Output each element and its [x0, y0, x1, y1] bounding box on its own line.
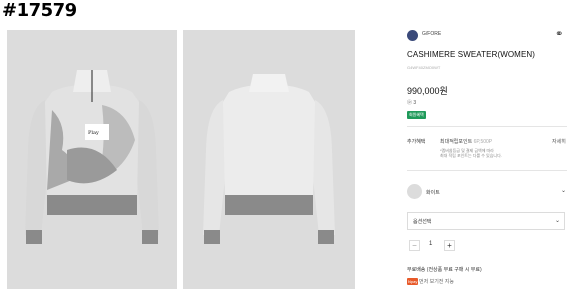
benefit-label: 추가혜택: [407, 139, 426, 145]
brand-name[interactable]: G/FORE: [422, 31, 441, 37]
share-icon[interactable]: ⚭: [555, 29, 563, 40]
shipping-extra: 먼저 보기전 지능: [419, 279, 454, 285]
divider: [407, 170, 567, 171]
benefit-value-prefix: 최대적립포인트: [440, 139, 473, 145]
benefit-note: *멤버쉽등급 및 결제 금액에 따라 최대 적립 포인트는 다를 수 있습니다.: [440, 148, 550, 158]
brand-logo-icon[interactable]: [407, 30, 418, 41]
quantity-value[interactable]: 1: [429, 241, 432, 247]
product-image-back[interactable]: [183, 30, 355, 289]
benefit-value-points: 6P,500P: [473, 139, 493, 145]
shipping-info: 무료배송 (전상품 무료 구매 시 무료): [407, 267, 482, 273]
color-label: 화이트: [426, 190, 440, 196]
chevron-down-icon[interactable]: ⌄: [555, 217, 560, 224]
quantity-decrease-button[interactable]: −: [409, 240, 420, 251]
product-code: G4WF40ZMO0WT: [407, 65, 441, 70]
benefit-value: 최대적립포인트 6P,500P: [440, 138, 492, 145]
benefit-detail-link[interactable]: 자세히: [552, 138, 566, 145]
quantity-increase-button[interactable]: +: [444, 240, 455, 251]
product-id-label: #17579: [2, 0, 77, 21]
product-image-front[interactable]: Play: [7, 30, 177, 289]
sweater-back-illustration: [203, 74, 335, 244]
npay-icon: Npay: [407, 278, 419, 285]
divider: [407, 126, 567, 127]
member-benefit-badge: 회원혜택: [407, 111, 426, 119]
svg-text:Play: Play: [88, 130, 99, 136]
product-price: 990,000원: [407, 86, 448, 96]
benefit-note-line2: 최대 적립 포인트는 다를 수 있습니다.: [440, 153, 502, 158]
color-swatch[interactable]: [407, 184, 422, 199]
product-title: CASHIMERE SWEATER(WOMEN): [407, 50, 536, 59]
option-select-label: 옵션선택: [413, 219, 432, 225]
reward-points: ⓟ 3: [407, 100, 417, 106]
sweater-front-illustration: Play: [25, 70, 159, 244]
chevron-down-icon[interactable]: ⌄: [561, 187, 566, 194]
